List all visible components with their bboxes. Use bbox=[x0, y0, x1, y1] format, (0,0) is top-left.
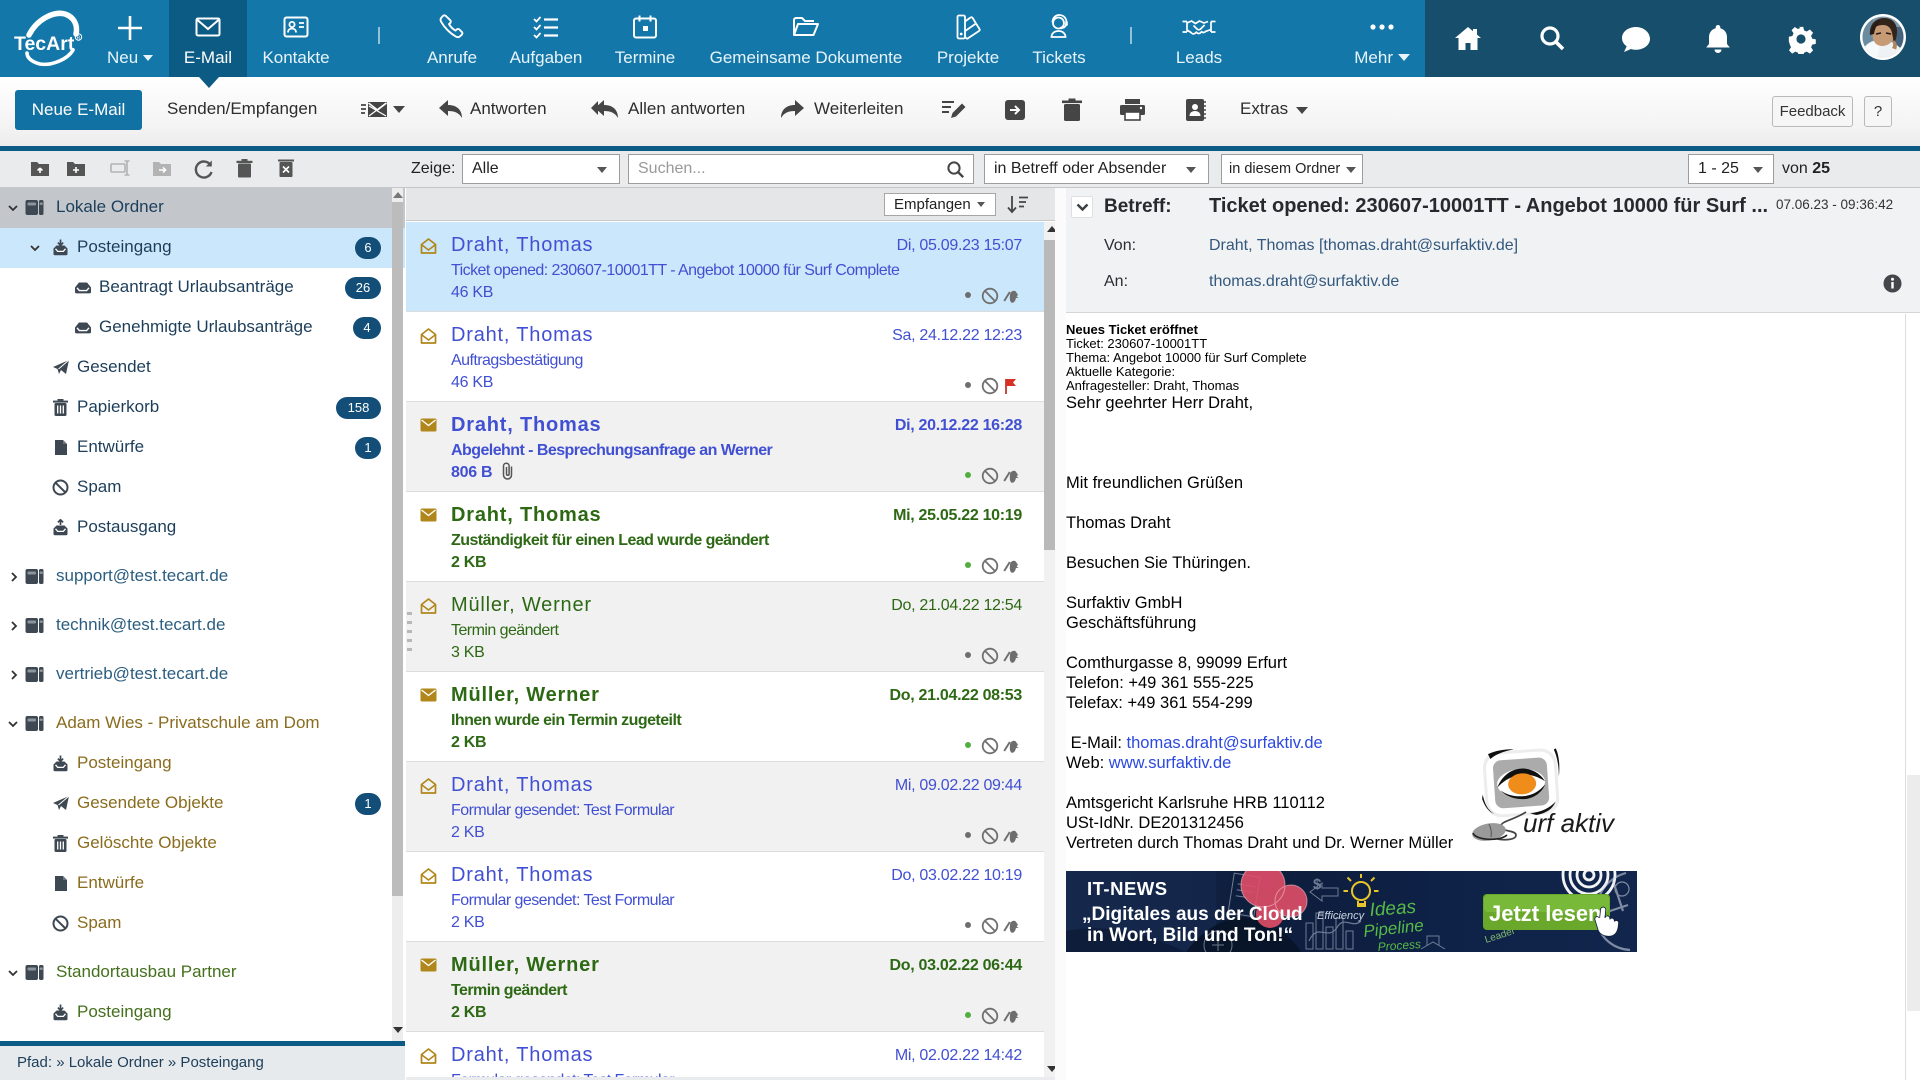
svg-text:Jetzt lesen: Jetzt lesen bbox=[1489, 901, 1602, 926]
svg-text:Process: Process bbox=[1377, 937, 1421, 952]
svg-text:$: $ bbox=[1313, 876, 1322, 893]
svg-text:„Digitales aus der Cloud: „Digitales aus der Cloud bbox=[1082, 904, 1303, 925]
svg-text:Efficiency: Efficiency bbox=[1317, 910, 1366, 922]
svg-text:in Wort, Bild und Ton!“: in Wort, Bild und Ton!“ bbox=[1087, 925, 1293, 946]
svg-text:urf aktiv: urf aktiv bbox=[1523, 808, 1616, 838]
svg-text:TecArt: TecArt bbox=[14, 33, 75, 55]
svg-text:R: R bbox=[77, 35, 81, 41]
svg-text:IT-NEWS: IT-NEWS bbox=[1087, 878, 1168, 899]
